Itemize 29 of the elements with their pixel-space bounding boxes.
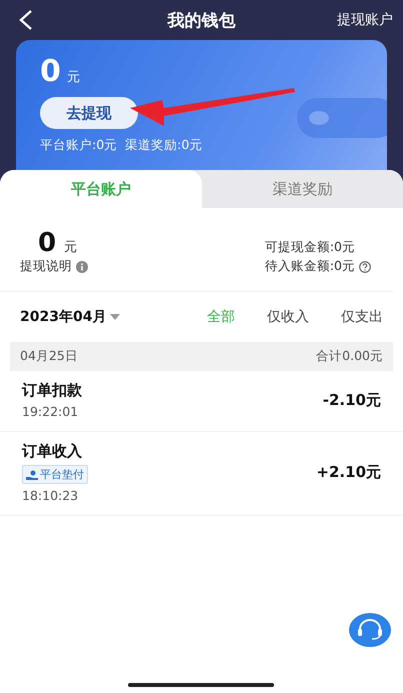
- balance-summary: 平台账户:0元 渠道奖励:0元: [40, 137, 204, 154]
- info-icon[interactable]: [76, 260, 88, 272]
- back-icon[interactable]: [18, 9, 34, 31]
- month-picker[interactable]: 2023年04月: [20, 308, 106, 326]
- withdraw-button[interactable]: 去提现: [40, 97, 138, 129]
- withdrawable-amount: 可提现金额:0元: [264, 239, 355, 256]
- wallet-amount: 0: [40, 54, 61, 89]
- caret-icon[interactable]: [110, 314, 120, 320]
- day-total: 合计0.00元: [316, 348, 383, 365]
- transaction-time: 19:22:01: [22, 404, 80, 419]
- filter-tab[interactable]: 仅支出: [341, 308, 383, 326]
- currency-unit: 元: [66, 69, 80, 86]
- page-title: 我的钱包: [168, 10, 236, 30]
- transaction-amount: +2.10元: [316, 463, 381, 482]
- transaction-time: 18:10:23: [22, 488, 80, 503]
- withdraw-note-link[interactable]: 提现说明: [20, 258, 72, 275]
- headset-icon[interactable]: [349, 613, 391, 647]
- withdraw-account-link[interactable]: 提现账户: [337, 11, 393, 29]
- currency-unit: 元: [64, 239, 78, 256]
- transaction-amount: -2.10元: [322, 390, 381, 410]
- help-icon[interactable]: [359, 260, 371, 272]
- day-date: 04月25日: [20, 348, 78, 365]
- toggle-decoration-icon: [297, 98, 387, 138]
- balance-amount: 0: [38, 228, 56, 258]
- pending-amount: 待入账金额:0元: [264, 258, 355, 275]
- transaction-title: 订单收入: [22, 442, 83, 461]
- platform-advance-tag: 平台垫付: [22, 465, 88, 484]
- transaction-title: 订单扣款: [22, 381, 82, 400]
- filter-tab[interactable]: 仅收入: [267, 308, 309, 326]
